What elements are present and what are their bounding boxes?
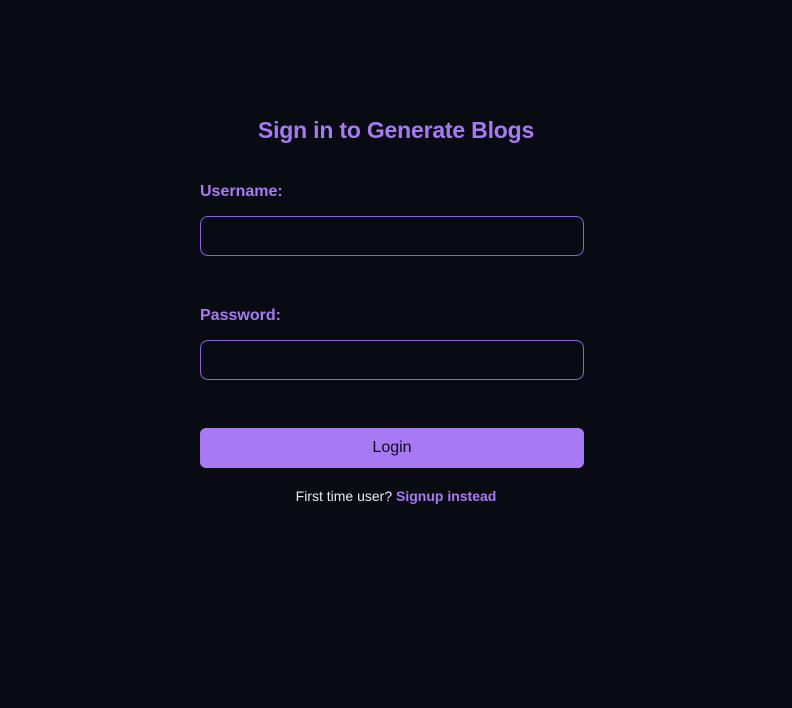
username-label: Username: <box>200 183 283 200</box>
page-title: Sign in to Generate Blogs <box>257 117 535 143</box>
username-input[interactable] <box>200 216 584 256</box>
password-label: Password: <box>200 307 281 324</box>
signup-link[interactable]: Signup instead <box>396 488 496 504</box>
password-input[interactable] <box>200 340 584 380</box>
login-button[interactable]: Login <box>200 428 584 468</box>
login-page: Sign in to Generate Blogs Username: Pass… <box>0 0 792 708</box>
signup-prompt-text: First time user? <box>295 488 393 504</box>
signup-prompt-line: First time user? Signup instead <box>0 487 792 505</box>
